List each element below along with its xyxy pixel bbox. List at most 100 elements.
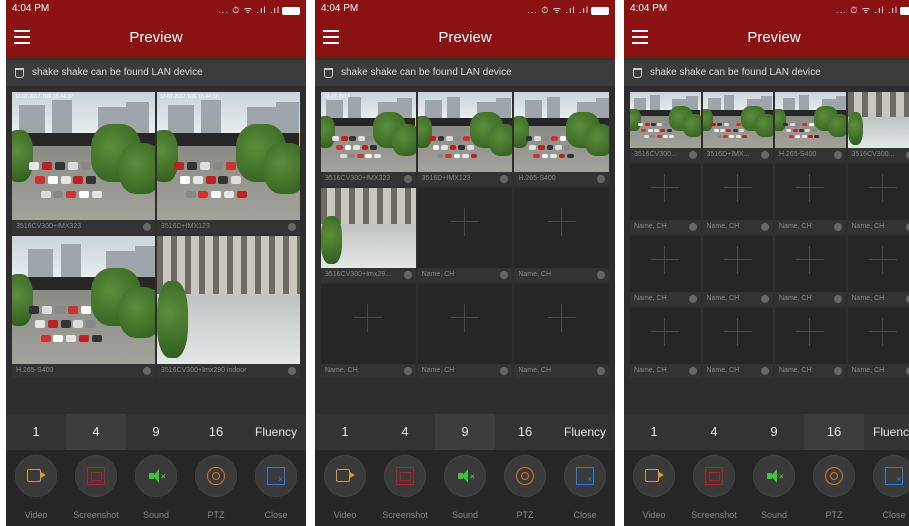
- add-channel-icon[interactable]: [868, 245, 897, 274]
- preview-cell[interactable]: 3516D+IMX...: [702, 92, 773, 162]
- shake-icon: [15, 68, 24, 78]
- preview-cell[interactable]: Name, CH: [775, 236, 846, 306]
- preview-cell[interactable]: 12-07-2017 TUE 16:44:32 3516D+IMX123: [157, 92, 300, 234]
- preview-cell[interactable]: Name, CH: [630, 164, 701, 234]
- add-channel-icon[interactable]: [796, 317, 825, 346]
- close-button-circle[interactable]: [255, 455, 297, 497]
- preview-cell[interactable]: 3516D+IMX123: [417, 92, 513, 186]
- split-tab-fluency[interactable]: Fluency: [246, 414, 306, 450]
- preview-cell[interactable]: Name, CH: [630, 308, 701, 378]
- split-tab-16[interactable]: 16: [495, 414, 555, 450]
- close-button[interactable]: Close: [864, 450, 909, 526]
- preview-cell[interactable]: Name, CH: [321, 284, 416, 378]
- preview-cell[interactable]: H.265-S400: [514, 92, 609, 186]
- split-tab-4[interactable]: 4: [684, 414, 744, 450]
- ptz-button[interactable]: PTZ: [186, 450, 246, 526]
- preview-cell[interactable]: Name, CH: [775, 164, 846, 234]
- preview-cell[interactable]: Name, CH: [417, 284, 513, 378]
- split-tab-fluency[interactable]: Fluency: [555, 414, 615, 450]
- preview-cell[interactable]: Name, CH: [702, 308, 773, 378]
- preview-cell[interactable]: H.265-S400: [12, 236, 155, 378]
- add-channel-icon[interactable]: [547, 207, 576, 236]
- preview-cell[interactable]: 3516CV300+Imx290 indoor: [157, 236, 300, 378]
- preview-cell[interactable]: Name, CH: [775, 308, 846, 378]
- preview-cell[interactable]: Name, CH: [847, 164, 909, 234]
- ptz-button-circle[interactable]: [813, 455, 855, 497]
- ptz-button-circle[interactable]: [195, 455, 237, 497]
- lan-notice[interactable]: shake shake can be found LAN device: [6, 60, 306, 86]
- sound-button-circle[interactable]: ×: [135, 455, 177, 497]
- close-button[interactable]: Close: [246, 450, 306, 526]
- close-button-circle[interactable]: [564, 455, 606, 497]
- preview-cell[interactable]: Name, CH: [417, 188, 513, 282]
- ptz-button-circle[interactable]: [504, 455, 546, 497]
- add-channel-icon[interactable]: [450, 303, 479, 332]
- screenshot-button-circle[interactable]: [75, 455, 117, 497]
- add-channel-icon[interactable]: [651, 173, 680, 202]
- split-tab-4[interactable]: 4: [375, 414, 435, 450]
- split-tab-1[interactable]: 1: [6, 414, 66, 450]
- menu-icon[interactable]: [632, 30, 648, 44]
- sound-button-circle[interactable]: ×: [753, 455, 795, 497]
- preview-cell[interactable]: 3516CV300+Imx29...: [321, 188, 416, 282]
- preview-cell[interactable]: 12-07-2017 3516CV300+IMX323: [321, 92, 416, 186]
- preview-cell[interactable]: Name, CH: [630, 236, 701, 306]
- menu-icon[interactable]: [14, 30, 30, 44]
- split-tab-1[interactable]: 1: [315, 414, 375, 450]
- close-button-circle[interactable]: [873, 455, 909, 497]
- sound-button-circle[interactable]: ×: [444, 455, 486, 497]
- screenshot-button[interactable]: Screenshot: [375, 450, 435, 526]
- split-tab-1[interactable]: 1: [624, 414, 684, 450]
- video-button[interactable]: Video: [624, 450, 684, 526]
- screenshot-button-circle[interactable]: [384, 455, 426, 497]
- video-button-circle[interactable]: [633, 455, 675, 497]
- sound-button[interactable]: × Sound: [126, 450, 186, 526]
- add-channel-icon[interactable]: [796, 245, 825, 274]
- preview-cell[interactable]: H.265-S400: [775, 92, 846, 162]
- camera-feed: [702, 92, 773, 148]
- lan-notice[interactable]: shake shake can be found LAN device: [315, 60, 615, 86]
- ptz-button[interactable]: PTZ: [495, 450, 555, 526]
- preview-cell[interactable]: Name, CH: [702, 236, 773, 306]
- menu-icon[interactable]: [323, 30, 339, 44]
- screenshot-button[interactable]: Screenshot: [66, 450, 126, 526]
- add-channel-icon[interactable]: [723, 173, 752, 202]
- preview-cell[interactable]: 12-07-2017 TUE 16:44:32 3516CV300+IMX323: [12, 92, 155, 234]
- close-button[interactable]: Close: [555, 450, 615, 526]
- add-channel-icon[interactable]: [547, 303, 576, 332]
- sound-button[interactable]: × Sound: [744, 450, 804, 526]
- empty-slot: [321, 284, 416, 364]
- preview-cell[interactable]: Name, CH: [514, 188, 609, 282]
- add-channel-icon[interactable]: [796, 173, 825, 202]
- preview-cell[interactable]: Name, CH: [847, 308, 909, 378]
- split-tab-4[interactable]: 4: [66, 414, 126, 450]
- add-channel-icon[interactable]: [868, 317, 897, 346]
- preview-cell[interactable]: Name, CH: [847, 236, 909, 306]
- add-channel-icon[interactable]: [868, 173, 897, 202]
- lan-notice[interactable]: shake shake can be found LAN device: [624, 60, 909, 86]
- split-tab-9[interactable]: 9: [744, 414, 804, 450]
- preview-cell[interactable]: Name, CH: [514, 284, 609, 378]
- video-button-circle[interactable]: [15, 455, 57, 497]
- ptz-button[interactable]: PTZ: [804, 450, 864, 526]
- add-channel-icon[interactable]: [723, 317, 752, 346]
- split-tab-16[interactable]: 16: [186, 414, 246, 450]
- add-channel-icon[interactable]: [450, 207, 479, 236]
- video-button[interactable]: Video: [315, 450, 375, 526]
- preview-cell[interactable]: Name, CH: [702, 164, 773, 234]
- sound-button[interactable]: × Sound: [435, 450, 495, 526]
- video-button-circle[interactable]: [324, 455, 366, 497]
- screenshot-button-circle[interactable]: [693, 455, 735, 497]
- add-channel-icon[interactable]: [354, 303, 383, 332]
- split-tab-16[interactable]: 16: [804, 414, 864, 450]
- add-channel-icon[interactable]: [723, 245, 752, 274]
- add-channel-icon[interactable]: [651, 317, 680, 346]
- split-tab-9[interactable]: 9: [435, 414, 495, 450]
- preview-cell[interactable]: 3516CV300...: [847, 92, 909, 162]
- split-tab-9[interactable]: 9: [126, 414, 186, 450]
- preview-cell[interactable]: 3516CV300...: [630, 92, 701, 162]
- add-channel-icon[interactable]: [651, 245, 680, 274]
- split-tab-fluency[interactable]: Fluency: [864, 414, 909, 450]
- screenshot-button[interactable]: Screenshot: [684, 450, 744, 526]
- video-button[interactable]: Video: [6, 450, 66, 526]
